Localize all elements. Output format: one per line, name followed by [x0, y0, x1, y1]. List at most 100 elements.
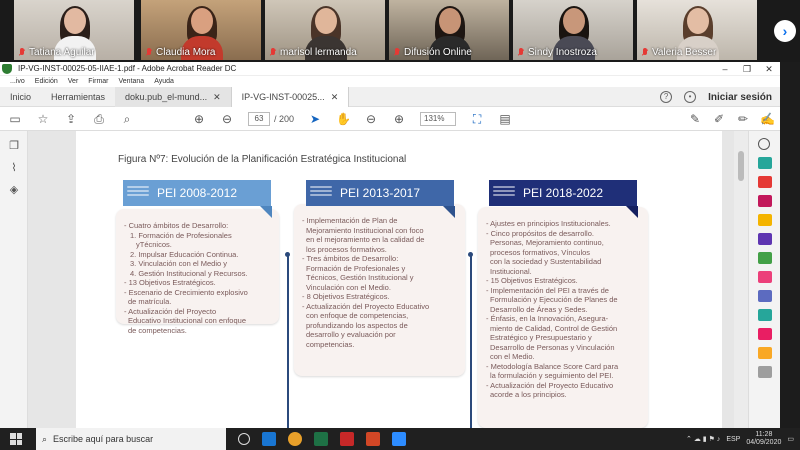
participant-tile[interactable]: Valeria Besser	[637, 0, 757, 60]
combine-files-icon[interactable]	[758, 233, 772, 245]
tray-icons[interactable]: ⌃ ☁ ▮ ⚑ ♪	[686, 435, 720, 443]
send-for-signature-icon[interactable]	[758, 328, 772, 340]
document-area: ❐ ⌇ ◈ Figura Nº7: Evolución de la Planif…	[0, 131, 780, 428]
fill-sign-icon[interactable]	[758, 271, 772, 283]
participant-tile[interactable]: Tatiana Aguilar	[14, 0, 134, 60]
edge-icon[interactable]	[262, 432, 276, 446]
window-title: IP-VG-INST-00025-05-IIAE-1.pdf - Adobe A…	[18, 64, 237, 73]
clock[interactable]: 11:28 04/09/2020	[746, 431, 781, 447]
search-icon: ⌕	[42, 433, 48, 444]
highlight-icon[interactable]: ✐	[712, 112, 726, 126]
tab-tools[interactable]: Herramientas	[41, 87, 115, 107]
optimize-icon[interactable]	[758, 309, 772, 321]
zoom-app-icon[interactable]	[392, 432, 406, 446]
fit-page-icon[interactable]: ⛶	[470, 112, 484, 126]
attachments-icon[interactable]: ⌇	[7, 161, 21, 175]
participant-name: Claudia Mora	[156, 47, 216, 58]
zoom-level-select[interactable]: 131%	[420, 111, 457, 126]
print-icon[interactable]: ⎙	[92, 112, 106, 126]
taskbar-search-box[interactable]: ⌕ Escribe aquí para buscar	[36, 428, 226, 450]
page-number-input[interactable]: 63	[248, 111, 270, 126]
organize-pages-icon[interactable]	[758, 252, 772, 264]
card-header: PEI 2013-2017	[306, 180, 455, 218]
edit-pdf-icon[interactable]	[758, 195, 772, 207]
windows-taskbar: ⌕ Escribe aquí para buscar ⌃ ☁ ▮ ⚑ ♪ ESP…	[0, 428, 800, 450]
participant-tile[interactable]: marisol lermanda	[265, 0, 385, 60]
notifications-center-icon[interactable]: ▭	[787, 435, 794, 443]
protect-icon[interactable]	[758, 290, 772, 302]
zoom-in-icon[interactable]: ⊕	[392, 112, 406, 126]
zoom-out-icon[interactable]: ⊖	[364, 112, 378, 126]
help-icon[interactable]: ?	[660, 91, 673, 103]
close-icon[interactable]: ✕	[758, 62, 780, 76]
signin-button[interactable]: Iniciar sesión	[708, 92, 772, 103]
pdf-page: Figura Nº7: Evolución de la Planificació…	[76, 131, 722, 428]
mic-muted-icon	[641, 47, 649, 58]
figure-title: Figura Nº7: Evolución de la Planificació…	[118, 154, 407, 165]
menu-item-archivo[interactable]: ...ivo	[10, 78, 25, 85]
save-icon[interactable]: ▭	[8, 112, 22, 126]
page-down-icon[interactable]: ⊖	[220, 112, 234, 126]
card-header: PEI 2018-2022	[489, 180, 638, 218]
vertical-scrollbar[interactable]	[734, 131, 748, 428]
participant-name: Sindy Inostroza	[528, 47, 597, 58]
draw-icon[interactable]: ✏	[736, 112, 750, 126]
menu-item-ver[interactable]: Ver	[68, 78, 79, 85]
windows-start-icon[interactable]	[10, 433, 22, 445]
right-tools-pane	[748, 131, 780, 428]
excel-icon[interactable]	[314, 432, 328, 446]
powerpoint-icon[interactable]	[366, 432, 380, 446]
task-view-icon[interactable]	[238, 433, 250, 445]
star-icon[interactable]: ☆	[36, 112, 50, 126]
upload-icon[interactable]: ⇪	[64, 112, 78, 126]
comment-icon[interactable]: ✎	[688, 112, 702, 126]
menu-bar: ...ivo Edición Ver Firmar Ventana Ayuda	[0, 76, 780, 87]
system-tray: ⌃ ☁ ▮ ⚑ ♪ ESP 11:28 04/09/2020 ▭	[686, 428, 794, 450]
minimize-icon[interactable]: –	[714, 62, 736, 76]
search-icon[interactable]	[758, 138, 770, 150]
menu-item-edicion[interactable]: Edición	[35, 78, 58, 85]
layers-icon[interactable]: ◈	[7, 183, 21, 197]
mic-muted-icon	[18, 47, 26, 58]
page-up-icon[interactable]: ⊕	[192, 112, 206, 126]
more-tools-icon[interactable]	[758, 347, 772, 359]
comment-tool-icon[interactable]	[758, 214, 772, 226]
participant-tile[interactable]: Sindy Inostroza	[513, 0, 633, 60]
next-page-arrow-icon[interactable]: ›	[774, 20, 796, 42]
select-cursor-icon[interactable]: ➤	[308, 112, 322, 126]
page-total: / 200	[274, 113, 295, 124]
export-pdf-icon[interactable]	[758, 157, 772, 169]
tab-home[interactable]: Inicio	[0, 87, 41, 107]
card-header: PEI 2008-2012	[123, 180, 272, 218]
participant-name: Valeria Besser	[652, 47, 717, 58]
menu-item-ventana[interactable]: Ventana	[119, 78, 145, 85]
menu-item-firmar[interactable]: Firmar	[88, 78, 108, 85]
acrobat-window: IP-VG-INST-00025-05-IIAE-1.pdf - Adobe A…	[0, 62, 780, 428]
stamp-icon[interactable]: ✍	[760, 112, 775, 126]
mic-muted-icon	[145, 47, 153, 58]
participant-tile[interactable]: Difusión Online	[389, 0, 509, 60]
page-thumbnails-icon[interactable]: ❐	[7, 139, 21, 153]
read-mode-icon[interactable]: ▤	[498, 112, 512, 126]
chrome-icon[interactable]	[288, 432, 302, 446]
video-participant-strip: Tatiana Aguilar Claudia Mora marisol ler…	[0, 0, 800, 62]
language-indicator[interactable]: ESP	[726, 436, 740, 443]
mic-muted-icon	[393, 47, 401, 58]
tab-document-active[interactable]: IP-VG-INST-00025... ✕	[231, 86, 350, 107]
acrobat-icon[interactable]	[340, 432, 354, 446]
participant-tile[interactable]: Claudia Mora	[141, 0, 261, 60]
zoom-search-icon[interactable]: ⌕	[120, 112, 134, 126]
tab-document[interactable]: doku.pub_el-mund... ✕	[115, 86, 232, 107]
close-tab-icon[interactable]: ✕	[331, 87, 339, 107]
pei-card: - Implementación de Plan de Mejoramiento…	[294, 204, 465, 376]
mic-muted-icon	[517, 47, 525, 58]
create-pdf-icon[interactable]	[758, 176, 772, 188]
participant-name: Tatiana Aguilar	[29, 47, 95, 58]
hand-icon[interactable]: ✋	[336, 112, 351, 126]
screen: Tatiana Aguilar Claudia Mora marisol ler…	[0, 0, 800, 450]
close-tab-icon[interactable]: ✕	[213, 87, 221, 107]
menu-item-ayuda[interactable]: Ayuda	[154, 78, 174, 85]
maximize-icon[interactable]: ❐	[736, 62, 758, 76]
collapse-pane-icon[interactable]	[758, 366, 772, 378]
notifications-icon[interactable]: •	[684, 91, 697, 103]
